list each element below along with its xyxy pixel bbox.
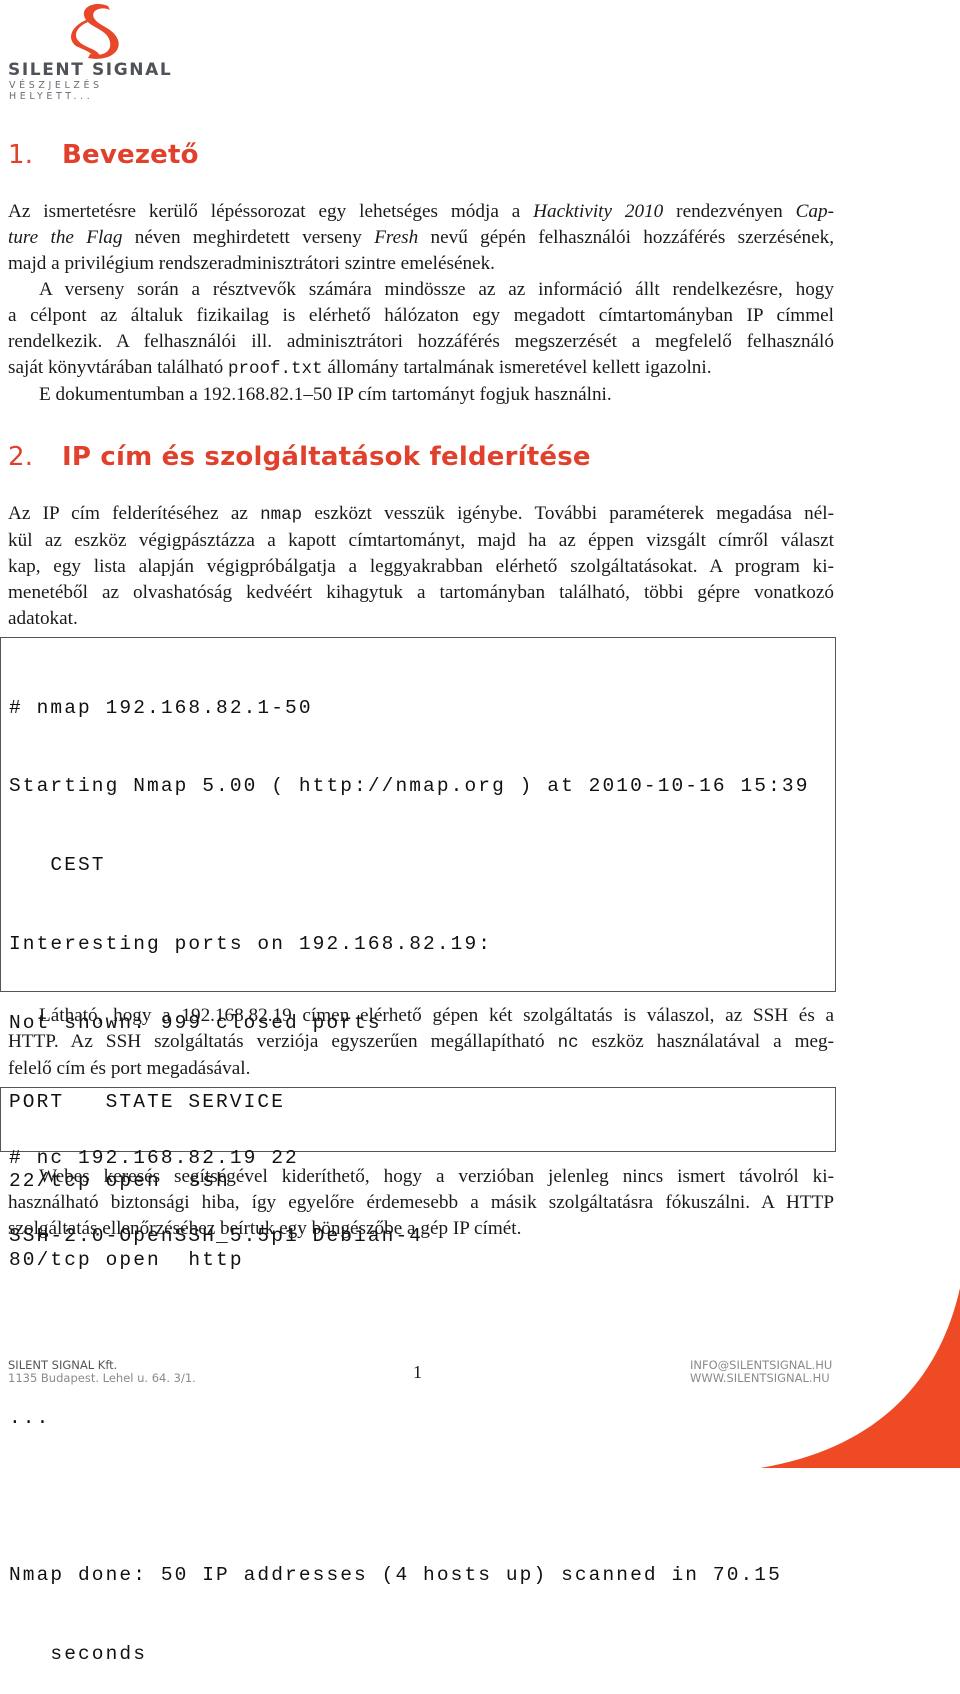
footer-address: 1135 Budapest. Lehel u. 64. 3/1. xyxy=(8,1371,196,1385)
nc-output-block: # nc 192.168.82.19 22 SSH-2.0-OpenSSH_5.… xyxy=(0,1087,836,1247)
section-number: 2. xyxy=(8,442,34,472)
text-line: rendelkezik. A felhasználói ill. adminis… xyxy=(8,331,834,352)
code-line: Interesting ports on 192.168.82.19: xyxy=(9,933,493,956)
recon-paragraph-3: Webes keresés segítségével kideríthető, … xyxy=(8,1164,834,1242)
footer-company-info: SILENT SIGNAL Kft. 1135 Budapest. Lehel … xyxy=(8,1359,196,1385)
text-line: A verseny során a résztvevők számára min… xyxy=(39,279,834,300)
text-line: kap, egy lista alapján végigpróbálgatja … xyxy=(8,556,834,577)
tool-name-code: nmap xyxy=(260,505,303,525)
text-line: adatokat. xyxy=(8,608,78,629)
text-line: Webes keresés segítségével kideríthető, … xyxy=(39,1166,834,1187)
code-line: CEST xyxy=(9,854,106,877)
recon-paragraph-2: Látható, hogy a 192.168.82.19 címen elér… xyxy=(8,1003,834,1082)
section-heading-2: 2. IP cím és szolgáltatások felderítése xyxy=(8,442,591,472)
code-line: ... xyxy=(9,1406,51,1429)
code-line: # nmap 192.168.82.1-50 xyxy=(9,696,313,719)
company-logo: SILENT SIGNAL VÉSZJELZÉS HELYETT... xyxy=(6,2,191,102)
code-line: Starting Nmap 5.00 ( http://nmap.org ) a… xyxy=(9,775,810,798)
text-line: felelő cím és port megadásával. xyxy=(8,1058,251,1079)
code-line: seconds xyxy=(9,1643,148,1666)
decorative-swoosh-icon xyxy=(760,1288,960,1468)
machine-name: Fresh xyxy=(374,227,419,248)
intro-paragraph-1: Az ismertetésre kerülő lépéssorozat egy … xyxy=(8,199,834,277)
event-name: Hacktivity 2010 xyxy=(533,201,664,222)
text-line: használható biztonsági hiba, így egyelőr… xyxy=(8,1192,834,1213)
text-line: majd a privilégium rendszeradminisztráto… xyxy=(8,253,495,274)
tool-name-code: nc xyxy=(557,1033,579,1053)
filename-code: proof.txt xyxy=(228,359,323,379)
nmap-output-block: # nmap 192.168.82.1-50 Starting Nmap 5.0… xyxy=(0,637,836,1665)
text-line: Az IP cím felderítéséhez az nmap eszközt… xyxy=(8,503,834,525)
text-line: Látható, hogy a 192.168.82.19 címen elér… xyxy=(39,1005,834,1026)
text-line: kül az eszköz végigpásztázza a kapott cí… xyxy=(8,530,834,551)
text-line: szolgáltatás ellenőrzéséhez beírtuk egy … xyxy=(8,1218,522,1239)
text-line: HTTP. Az SSH szolgáltatás verziója egysz… xyxy=(8,1031,835,1053)
intro-paragraph-2: A verseny során a résztvevők számára min… xyxy=(8,277,834,408)
code-line: Nmap done: 50 IP addresses (4 hosts up) … xyxy=(9,1564,782,1587)
silent-signal-logo-icon xyxy=(71,3,119,59)
recon-paragraph-1: Az IP cím felderítéséhez az nmap eszközt… xyxy=(8,501,834,632)
logo-tagline: VÉSZJELZÉS HELYETT... xyxy=(9,80,103,102)
text-line: ture the Flag néven meghirdetett verseny… xyxy=(8,227,835,248)
text-line: E dokumentumban a 192.168.82.1–50 IP cím… xyxy=(39,384,612,405)
text-line: saját könyvtárában található proof.txt á… xyxy=(8,357,712,379)
section-title: IP cím és szolgáltatások felderítése xyxy=(62,442,591,472)
text-line: Az ismertetésre kerülő lépéssorozat egy … xyxy=(8,201,834,222)
logo-name: SILENT SIGNAL xyxy=(8,60,173,80)
section-number: 1. xyxy=(8,140,34,170)
page-number: 1 xyxy=(413,1362,422,1382)
section-heading-1: 1. Bevezető xyxy=(8,140,199,170)
text-line: a célpont az általuk fizikailag is elérh… xyxy=(8,305,834,326)
section-title: Bevezető xyxy=(62,140,199,170)
text-line: menetéből az olvashatóság kedvéért kihag… xyxy=(8,582,834,603)
